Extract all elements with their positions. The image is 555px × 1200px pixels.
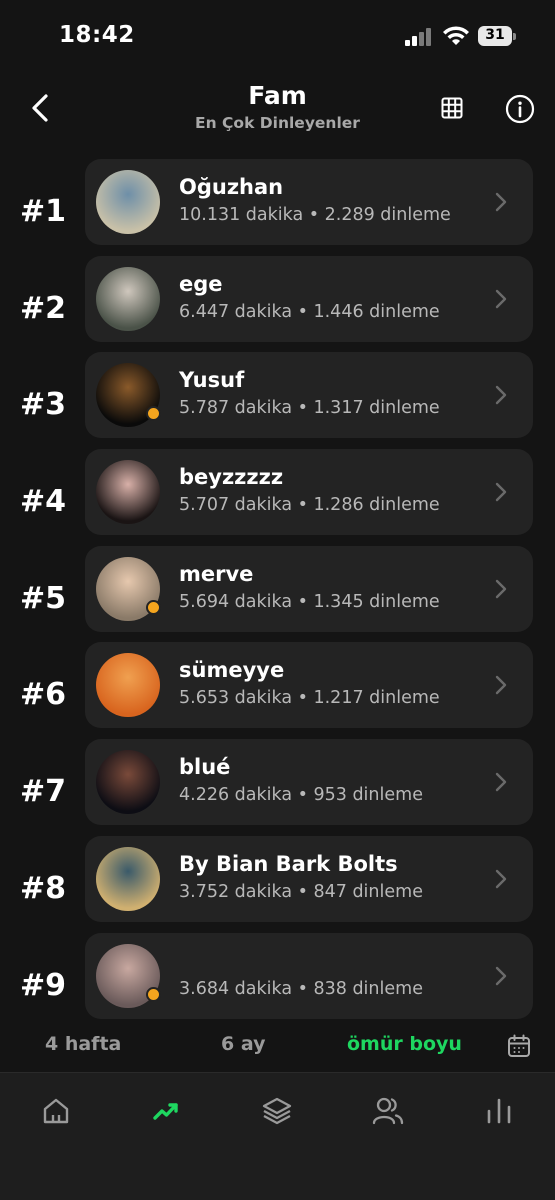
stats-icon[interactable] [481, 1093, 517, 1129]
list-item: #4 beyzzzzz 5.707 dakika • 1.286 dinleme [0, 449, 555, 546]
status-time: 18:42 [59, 22, 135, 48]
list-item: #7 blué 4.226 dakika • 953 dinleme [0, 739, 555, 836]
header: Fam En Çok Dinleyenler [0, 72, 555, 152]
listener-card[interactable]: ege 6.447 dakika • 1.446 dinleme [85, 255, 533, 342]
listener-stats: 5.653 dakika • 1.217 dinleme [179, 688, 440, 709]
listener-list: #1 Oğuzhan 10.131 dakika • 2.289 dinleme #2… [0, 159, 555, 1029]
chevron-right-icon [495, 966, 507, 985]
online-status-dot [146, 986, 161, 1002]
listener-stats: 3.752 dakika • 847 dinleme [179, 881, 423, 902]
status-bar: 18:42 31 [0, 0, 555, 72]
online-status-dot [146, 406, 161, 422]
list-item: #8 By Bian Bark Bolts 3.752 dakika • 847 d… [0, 835, 555, 933]
list-item: #2 ege 6.447 dakika • 1.446 dinleme [0, 255, 555, 353]
listener-card[interactable]: By Bian Bark Bolts 3.752 dakika • 847 din… [85, 835, 533, 922]
home-icon[interactable] [38, 1093, 74, 1129]
listener-name: merve [179, 561, 254, 586]
listener-name: sümeyye [179, 658, 285, 683]
rank-label: #7 [19, 774, 66, 810]
listener-name: ege [179, 271, 223, 296]
rank-label: #4 [19, 484, 66, 520]
listener-card[interactable]: blué 4.226 dakika • 953 dinleme [85, 739, 533, 826]
info-icon[interactable] [505, 94, 535, 124]
page-title: Fam [248, 81, 307, 110]
rank-label: #3 [19, 387, 66, 423]
cellular-signal-icon [405, 28, 433, 46]
avatar [96, 846, 160, 911]
period-selector: 4 hafta 6 ay ömür boyu [0, 1025, 555, 1069]
avatar [96, 170, 160, 234]
list-item: #5 merve 5.694 dakika • 1.345 dinleme [0, 545, 555, 643]
rank-label: #5 [19, 580, 66, 616]
listener-card[interactable]: Yusuf 5.787 dakika • 1.317 dinleme [85, 352, 533, 439]
period-lifetime[interactable]: ömür boyu [347, 1033, 462, 1055]
listener-name: By Bian Bark Bolts [179, 851, 398, 876]
listener-name: Oğuzhan [179, 175, 284, 199]
list-item: #6 sümeyye 5.653 dakika • 1.217 dinleme [0, 642, 555, 739]
calendar-icon[interactable] [506, 1033, 532, 1059]
listener-stats: 4.226 dakika • 953 dinleme [179, 785, 423, 806]
chevron-right-icon [495, 386, 507, 405]
rank-label: #1 [19, 194, 66, 229]
rank-label: #2 [19, 290, 66, 326]
battery-icon: 31 [478, 26, 516, 46]
list-item: #1 Oğuzhan 10.131 dakika • 2.289 dinleme [0, 159, 555, 256]
friends-icon[interactable] [370, 1093, 406, 1129]
listener-card[interactable]: Oğuzhan 10.131 dakika • 2.289 dinleme [85, 159, 533, 245]
online-status-dot [146, 599, 161, 615]
listener-card[interactable]: sümeyye 5.653 dakika • 1.217 dinleme [85, 642, 533, 729]
trending-icon[interactable] [148, 1093, 184, 1129]
chevron-right-icon [495, 192, 507, 212]
listener-card[interactable]: merve 5.694 dakika • 1.345 dinleme [85, 545, 533, 632]
chevron-right-icon [495, 482, 507, 502]
battery-level: 31 [485, 27, 505, 43]
listener-name: blué [179, 755, 231, 780]
listener-stats: 5.707 dakika • 1.286 dinleme [179, 495, 440, 516]
wifi-icon [443, 26, 469, 45]
avatar [96, 266, 160, 331]
rank-label: #8 [19, 870, 66, 906]
avatar [96, 653, 160, 718]
avatar [96, 750, 160, 815]
period-4-weeks[interactable]: 4 hafta [45, 1033, 121, 1055]
chevron-right-icon [495, 289, 507, 308]
listener-card[interactable]: beyzzzzz 5.707 dakika • 1.286 dinleme [85, 449, 533, 536]
rank-label: #6 [19, 677, 66, 713]
list-item: #3 Yusuf 5.787 dakika • 1.317 dinleme [0, 352, 555, 449]
listener-stats: 3.684 dakika • 838 dinleme [179, 978, 423, 999]
page-subtitle: En Çok Dinleyenler [195, 114, 360, 132]
listener-card[interactable]: 3.684 dakika • 838 dinleme [85, 932, 533, 1019]
grid-icon[interactable] [440, 96, 464, 120]
listener-name: Yusuf [179, 368, 245, 393]
rank-label: #9 [19, 967, 66, 1003]
chevron-right-icon [495, 676, 507, 695]
list-item: #9 3.684 dakika • 838 dinleme [0, 932, 555, 1030]
listener-stats: 5.694 dakika • 1.345 dinleme [179, 591, 440, 612]
listener-stats: 5.787 dakika • 1.317 dinleme [179, 398, 440, 419]
layers-icon[interactable] [259, 1093, 295, 1129]
period-6-months[interactable]: 6 ay [221, 1033, 265, 1055]
listener-stats: 10.131 dakika • 2.289 dinleme [179, 205, 451, 225]
avatar [96, 460, 160, 525]
chevron-right-icon [495, 772, 507, 792]
bottom-navigation [0, 1072, 555, 1200]
listener-stats: 6.447 dakika • 1.446 dinleme [179, 301, 440, 322]
chevron-right-icon [495, 579, 507, 598]
listener-name: beyzzzzz [179, 465, 284, 490]
chevron-right-icon [495, 869, 507, 889]
